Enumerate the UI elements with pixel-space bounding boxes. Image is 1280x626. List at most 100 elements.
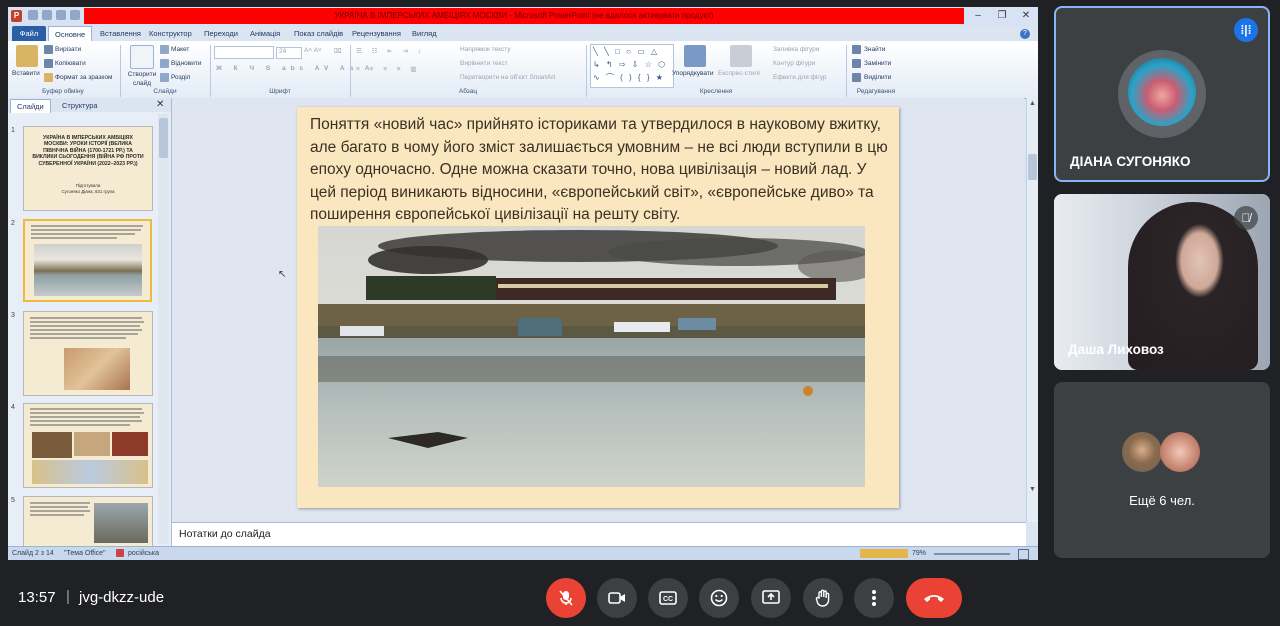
minimize-icon[interactable]: – [966,9,990,23]
camera-toggle-button[interactable] [597,578,637,618]
cut-button[interactable]: Вирізати [55,46,81,53]
slide-scrollbar[interactable]: ▲ ▼ [1026,98,1038,522]
current-slide[interactable]: Поняття «новий час» прийнято істориками … [297,107,899,508]
tab-insert[interactable]: Вставлення [94,26,147,41]
layout-button[interactable]: Макет [171,46,189,53]
select-icon[interactable] [852,73,861,82]
tab-slideshow[interactable]: Показ слайдів [288,26,349,41]
reset-icon[interactable] [160,59,169,68]
avatar [1160,432,1200,472]
pane-scrollbar[interactable] [158,114,169,544]
language[interactable]: російська [128,548,159,560]
format-painter-icon[interactable] [44,73,53,82]
convert-smartart-button[interactable]: Перетворити на об'єкт SmartArt [460,74,555,81]
tab-view[interactable]: Вигляд [406,26,443,41]
arrange-button[interactable]: Упорядкувати [672,70,713,77]
copy-icon[interactable] [44,59,53,68]
text-direction-button[interactable]: Напрямок тексту [460,46,511,53]
section-button[interactable]: Розділ [171,74,190,81]
cut-icon[interactable] [44,45,53,54]
find-button[interactable]: Знайти [864,46,885,53]
shape-outline-button[interactable]: Контур фігури [773,60,815,67]
participant-name: ДІАНА СУГОНЯКО [1070,154,1191,169]
audio-active-icon: ⁞|⁞ [1234,18,1258,42]
maximize-icon[interactable]: ❐ [990,9,1014,23]
undo-icon[interactable] [42,10,52,20]
tab-outline[interactable]: Структура [56,99,104,112]
font-size-field[interactable]: 24 [276,47,302,59]
close-pane-icon[interactable]: ✕ [156,99,164,110]
tab-review[interactable]: Рецензування [346,26,407,41]
end-call-button[interactable] [906,578,962,618]
spellcheck-icon[interactable] [116,549,124,557]
replace-button[interactable]: Замінити [864,60,891,67]
new-slide-button[interactable]: Створити слайд [124,70,160,88]
slide-thumbnail-2[interactable] [23,219,152,302]
tab-slides[interactable]: Слайди [10,99,51,113]
align-buttons[interactable]: ≡ ≡ ≡ ≡ ▥ [356,65,421,73]
font-group-label: Шрифт [269,88,291,95]
reset-button[interactable]: Відновити [171,60,201,67]
tab-animations[interactable]: Анімація [244,26,286,41]
slide-thumbnail-5[interactable] [23,496,153,548]
replace-icon[interactable] [852,59,861,68]
participant-tile-diana[interactable]: ⁞|⁞ ДІАНА СУГОНЯКО [1054,6,1270,182]
clear-format-icon[interactable]: ⌧ [334,47,342,55]
tab-transitions[interactable]: Переходи [198,26,244,41]
font-name-field[interactable] [214,46,274,59]
ppt-logo-icon: P [11,10,22,22]
avatar [1118,50,1206,138]
clipboard-group-label: Буфер обміну [42,88,84,95]
slide-body-text[interactable]: Поняття «новий час» прийнято істориками … [310,114,890,227]
slides-group-label: Слайди [153,88,177,95]
shape-fill-button[interactable]: Заливка фігури [773,46,819,53]
zoom-slider[interactable] [934,553,1010,555]
copy-button[interactable]: Копіювати [55,60,86,67]
slide-thumbnail-4[interactable] [23,403,153,488]
mouse-cursor-icon: ↖ [278,269,287,280]
more-options-button[interactable] [854,578,894,618]
start-show-icon[interactable] [70,10,80,20]
help-icon[interactable]: ? [1020,29,1030,39]
select-button[interactable]: Виділити [864,74,891,81]
raise-hand-button[interactable] [803,578,843,618]
tab-file[interactable]: Файл [12,26,46,41]
new-slide-icon[interactable] [130,45,154,69]
shapes-gallery[interactable]: ╲ ╲ □ ○ ▭ △ ↳ ↰ ⇨ ⇩ ☆ ⬡ ∿ ⌒ ( ) { } ★ [590,44,674,88]
view-buttons[interactable] [860,549,908,558]
shape-effects-button[interactable]: Ефекти для фігур [773,74,827,81]
captions-button[interactable]: CC [648,578,688,618]
slide-thumbnail-1[interactable]: УКРАЇНА В ІМПЕРСЬКИХ АМБІЦІЯХ МОСКВИ: УР… [23,126,153,211]
font-grow-icon[interactable]: A˄ A˅ [304,47,322,54]
thumb-number: 5 [11,497,15,504]
tab-design[interactable]: Конструктор [143,26,198,41]
participant-tile-dasha[interactable]: 🎙̸ Даша Лиховоз [1054,194,1270,370]
save-icon[interactable] [28,10,38,20]
tab-home[interactable]: Основне [48,26,93,42]
slide-thumbnail-3[interactable] [23,311,153,396]
present-icon [762,590,780,604]
paste-icon[interactable] [16,45,38,67]
theme-name: "Тема Office" [64,550,106,557]
list-buttons[interactable]: ☰ ☷ ⇤ ⇥ ↕ [356,47,425,55]
format-painter-button[interactable]: Формат за зразком [55,74,112,81]
more-icon [872,590,876,606]
quick-styles-icon[interactable] [730,45,752,67]
quick-styles-button[interactable]: Експрес-стилі [718,70,760,77]
layout-icon[interactable] [160,45,169,54]
redo-icon[interactable] [56,10,66,20]
find-icon[interactable] [852,45,861,54]
notes-pane[interactable]: Нотатки до слайда [172,522,1026,547]
align-text-button[interactable]: Вирівняти текст [460,60,508,67]
close-icon[interactable]: ✕ [1014,9,1038,23]
fit-slide-icon[interactable] [1018,549,1029,560]
arrange-icon[interactable] [684,45,706,67]
present-button[interactable] [751,578,791,618]
train-photo [318,226,865,487]
mic-toggle-button[interactable] [546,578,586,618]
more-participants-tile[interactable]: Ещё 6 чел. [1054,382,1270,558]
thumb-author: Сугоняко Діана, 831 група [61,189,115,194]
section-icon[interactable] [160,73,169,82]
reactions-button[interactable] [699,578,739,618]
paste-button[interactable]: Вставити [12,70,40,77]
